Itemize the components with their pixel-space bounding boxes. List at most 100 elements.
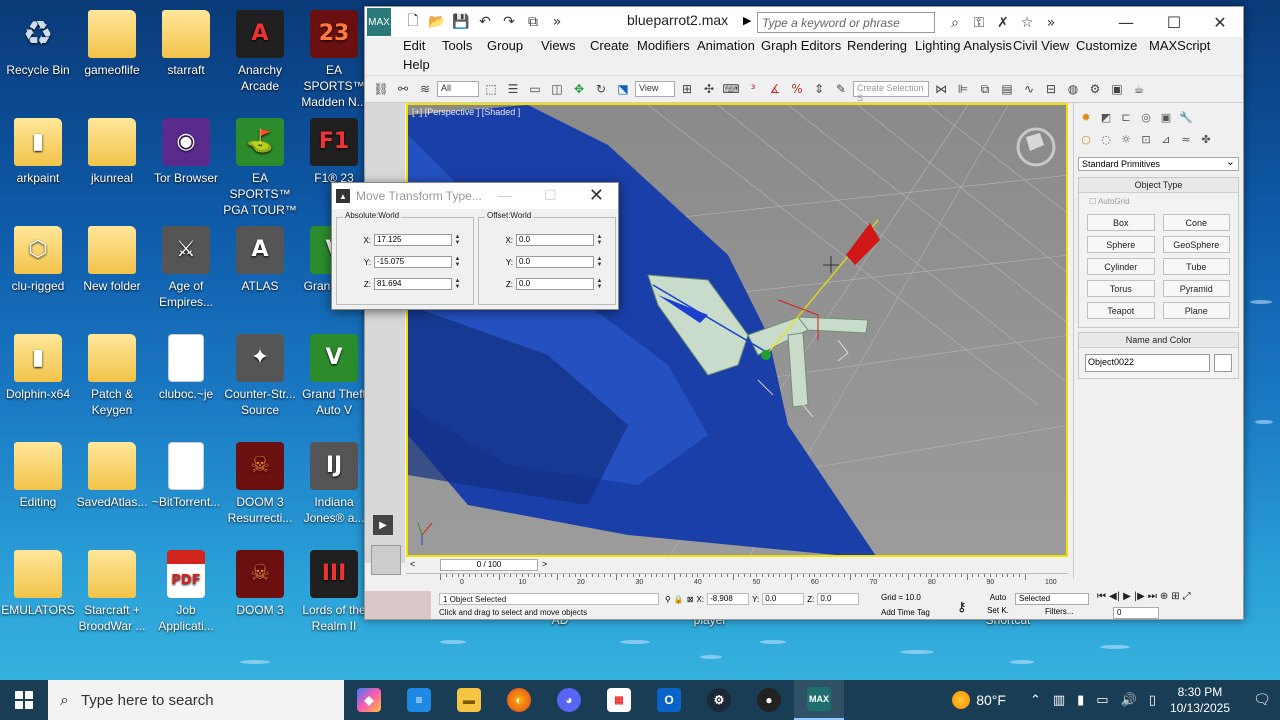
primitive-button-box[interactable]: Box (1087, 214, 1155, 231)
redo-icon[interactable]: ↷ (497, 10, 521, 34)
primitive-button-tube[interactable]: Tube (1162, 258, 1230, 275)
absolute-y-field[interactable]: -15.075 (374, 256, 452, 268)
angle-snap-icon[interactable]: ∡ (765, 79, 785, 99)
desktop-icon[interactable]: ⬡ clu-rigged (0, 220, 76, 294)
spinner-snap-icon[interactable]: ⇕ (809, 79, 829, 99)
clock[interactable]: 8:30 PM 10/13/2025 (1170, 684, 1230, 716)
menu-create[interactable]: Create (590, 38, 629, 53)
desktop-icon[interactable]: F1 F1® 23 (296, 112, 372, 186)
render-setup-icon[interactable]: ⚙ (1085, 79, 1105, 99)
desktop-icon[interactable]: IJ Indiana Jones® a... (296, 436, 372, 526)
desktop-icon[interactable]: A ATLAS (222, 220, 298, 294)
desktop-icon[interactable]: ◉ Tor Browser (148, 112, 224, 186)
absolute-y-spinner[interactable]: ▲ ▼ (454, 256, 461, 268)
offset-y-spinner[interactable]: ▲ ▼ (596, 256, 603, 268)
menu-modifiers[interactable]: Modifiers (637, 38, 690, 53)
scene-explorer-icon[interactable]: ▤ (997, 79, 1017, 99)
percent-snap-icon[interactable]: % (787, 79, 807, 99)
network-icon[interactable]: ▭ (1096, 693, 1108, 708)
usb-drive-icon[interactable]: ▮ (1077, 693, 1084, 708)
desktop-icon[interactable]: cluboc.~je (148, 328, 224, 402)
object-color-swatch[interactable] (1214, 354, 1232, 372)
desktop-icon[interactable]: SavedAtlas... (74, 436, 150, 510)
object-name-field[interactable]: Object0022 (1085, 354, 1210, 372)
auto-key-button[interactable]: Auto (983, 591, 1013, 604)
menu-customize[interactable]: Customize (1076, 38, 1137, 53)
edit-named-selection-icon[interactable]: ✎ (831, 79, 851, 99)
curve-editor-icon[interactable]: ∿ (1019, 79, 1039, 99)
time-prev-icon[interactable]: < (410, 559, 415, 569)
obs-taskbar-icon[interactable]: ● (744, 680, 794, 720)
menu-maxscript[interactable]: MAXScript (1149, 38, 1210, 53)
dialog-close-button[interactable]: ✕ (589, 185, 604, 206)
viewcube[interactable] (1016, 127, 1056, 167)
copilot-taskbar-icon[interactable]: ◆ (344, 680, 394, 720)
maximize-button[interactable]: ☐ (1151, 7, 1197, 37)
desktop-icon[interactable]: ♻ Recycle Bin (0, 4, 76, 78)
battery-icon[interactable]: ▯ (1149, 693, 1156, 708)
viewport-label[interactable]: [+] [Perspective ] [Shaded ] (412, 107, 520, 117)
close-button[interactable]: ✕ (1197, 7, 1243, 37)
lock-selection-icon[interactable]: 🔒 (674, 595, 684, 604)
rendered-frame-icon[interactable]: ▣ (1107, 79, 1127, 99)
dialog-title-bar[interactable]: ▲ Move Transform Type... — ☐ ✕ (332, 183, 618, 209)
volume-icon[interactable]: 🔊 (1121, 693, 1137, 708)
primitive-button-torus[interactable]: Torus (1087, 280, 1155, 297)
desktop-icon[interactable]: EMULATORS (0, 544, 76, 618)
search-expand-icon[interactable]: ▶ (743, 14, 751, 27)
project-folder-icon[interactable]: ⧉ (521, 10, 545, 34)
weather-widget[interactable]: 80°F (952, 691, 1006, 709)
desktop-icon[interactable]: starraft (148, 4, 224, 78)
max-logo-icon[interactable]: MAX (367, 8, 391, 36)
desktop-icon[interactable]: ▮ arkpaint (0, 112, 76, 186)
manipulate-icon[interactable]: ✣ (699, 79, 719, 99)
desktop-icon[interactable]: Editing (0, 436, 76, 510)
menu-help[interactable]: Help (403, 57, 430, 72)
menu-civil-view[interactable]: Civil View (1013, 38, 1069, 53)
render-production-icon[interactable]: ☕ (1129, 79, 1149, 99)
current-frame-field[interactable]: 0 (1113, 607, 1159, 619)
primitive-button-plane[interactable]: Plane (1162, 302, 1230, 319)
cameras-icon[interactable]: ⊡ (1138, 131, 1154, 147)
menu-lighting-analysis[interactable]: Lighting Analysis (915, 38, 1012, 53)
favorite-star-icon[interactable]: ☆ (1015, 11, 1039, 35)
zoom-icon[interactable]: ⊕ (1160, 591, 1168, 602)
absolute-x-field[interactable]: 17.125 (374, 234, 452, 246)
start-button[interactable] (0, 680, 48, 720)
snaps-toggle-icon[interactable]: ³ (743, 79, 763, 99)
maxscript-listener-mini[interactable] (365, 591, 431, 619)
desktop-icon[interactable]: ✦ Counter-Str... Source (222, 328, 298, 418)
select-by-name-icon[interactable]: ☰ (503, 79, 523, 99)
key-filters-button[interactable]: Filters... (1045, 607, 1073, 616)
outlook-taskbar-icon[interactable]: O (644, 680, 694, 720)
primitive-button-geosphere[interactable]: GeoSphere (1162, 236, 1230, 253)
gizmo-pivot[interactable] (761, 350, 771, 360)
selection-filter-dropdown[interactable]: All (437, 81, 479, 97)
absolute-x-spinner[interactable]: ▲ ▼ (454, 234, 461, 246)
primitive-button-pyramid[interactable]: Pyramid (1162, 280, 1230, 297)
desktop-icon[interactable]: III Lords of the Realm II (296, 544, 372, 634)
menu-tools[interactable]: Tools (442, 38, 472, 53)
search-input[interactable]: Type a keyword or phrase (757, 12, 935, 33)
open-file-icon[interactable]: 📂 (425, 10, 449, 34)
offset-z-field[interactable]: 0.0 (516, 278, 594, 290)
desktop-icon[interactable]: ▮ Dolphin-x64 (0, 328, 76, 402)
desktop-icon[interactable]: Starcraft + BroodWar ... (74, 544, 150, 634)
align-icon[interactable]: ⊫ (953, 79, 973, 99)
menu-rendering[interactable]: Rendering (847, 38, 907, 53)
primitive-category-dropdown[interactable]: Standard Primitives (1078, 155, 1239, 171)
utilities-tab-icon[interactable]: 🔧 (1178, 109, 1194, 125)
geometry-icon[interactable]: ○ (1078, 131, 1094, 147)
go-to-end-icon[interactable]: ⏭ (1148, 591, 1157, 602)
desktop-icon[interactable]: A Anarchy Arcade (222, 4, 298, 94)
pivot-center-icon[interactable]: ⊞ (677, 79, 697, 99)
desktop-icon[interactable]: 23 EA SPORTS™ Madden N... (296, 4, 372, 110)
create-tab-icon[interactable]: ✹ (1078, 109, 1094, 125)
menu-edit[interactable]: Edit (403, 38, 425, 53)
display-tab-icon[interactable]: ▣ (1158, 109, 1174, 125)
lights-icon[interactable]: ☼ (1118, 131, 1134, 147)
vscode-taskbar-icon[interactable]: ≡ (394, 680, 444, 720)
menu-views[interactable]: Views (541, 38, 575, 53)
add-time-tag-button[interactable]: Add Time Tag (881, 608, 930, 617)
isolate-icon[interactable]: ⚲ (665, 595, 671, 604)
